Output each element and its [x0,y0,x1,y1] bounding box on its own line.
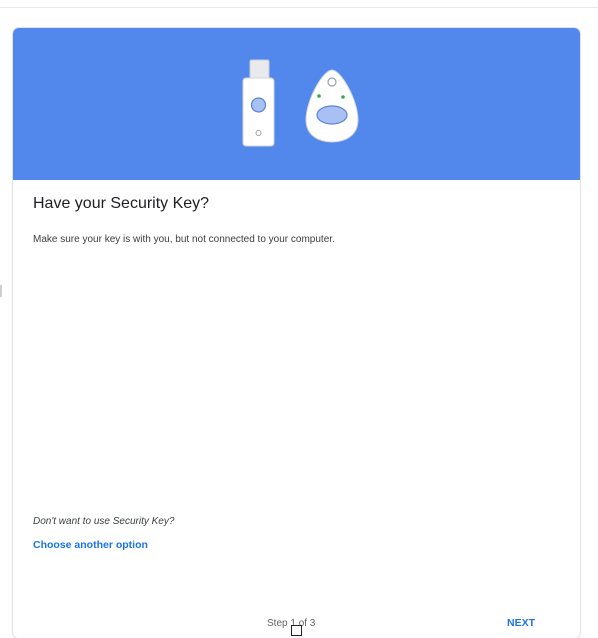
page-title: Have your Security Key? [33,195,210,212]
security-key-card: Have your Security Key? Make sure your k… [13,28,580,638]
hero-banner [13,28,580,180]
alternative-question: Don't want to use Security Key? [33,516,175,527]
usb-security-key-icon [242,59,275,147]
choose-another-option-link[interactable]: Choose another option [33,539,148,551]
instruction-text: Make sure your key is with you, but not … [33,234,335,245]
security-key-illustration [242,59,359,147]
top-divider [0,7,598,8]
fob-security-key-icon [305,69,359,143]
mouse-cursor [291,625,302,636]
next-button[interactable]: NEXT [507,617,535,629]
left-edge-mark [0,285,2,297]
